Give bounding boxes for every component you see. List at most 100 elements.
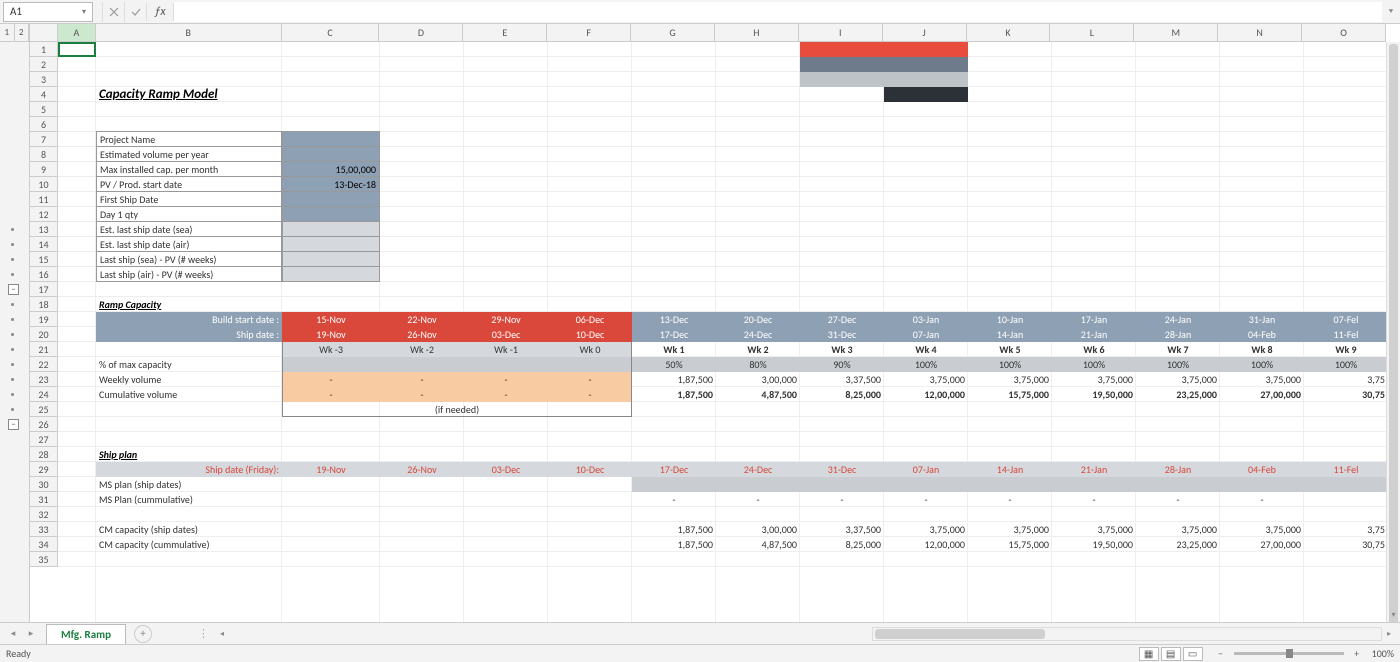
pct-max-capacity[interactable]: 100%: [1052, 357, 1136, 372]
cm-capacity[interactable]: 1,87,500: [632, 522, 716, 537]
cm-capacity[interactable]: 3,00,000: [716, 522, 800, 537]
pct-max-capacity[interactable]: 100%: [1304, 357, 1388, 372]
cm-capacity[interactable]: 3,75,000: [1220, 522, 1304, 537]
column-header-H[interactable]: H: [715, 24, 799, 41]
row-header-30[interactable]: 30: [30, 477, 57, 492]
column-header-J[interactable]: J: [883, 24, 967, 41]
ms-plan-cum[interactable]: -: [800, 492, 884, 507]
pct-max-capacity[interactable]: [548, 357, 632, 372]
weekly-volume[interactable]: 3,00,000: [716, 372, 800, 387]
ms-plan-cum[interactable]: -: [884, 492, 968, 507]
row-header-14[interactable]: 14: [30, 237, 57, 252]
row-header-11[interactable]: 11: [30, 192, 57, 207]
row-header-33[interactable]: 33: [30, 522, 57, 537]
project-value[interactable]: 13-Dec-18: [282, 176, 380, 192]
ms-plan-cum[interactable]: -: [1052, 492, 1136, 507]
row-header-3[interactable]: 3: [30, 72, 57, 87]
cumulative-volume[interactable]: 4,87,500: [716, 387, 800, 402]
tab-nav-prev[interactable]: ◂: [4, 628, 22, 639]
ms-plan-cum[interactable]: -: [968, 492, 1052, 507]
cumulative-volume[interactable]: 30,75: [1304, 387, 1388, 402]
row-header-16[interactable]: 16: [30, 267, 57, 282]
cm-capacity[interactable]: 3,75,000: [884, 522, 968, 537]
column-header-A[interactable]: A: [58, 24, 96, 41]
cm-capacity[interactable]: 3,75,000: [1052, 522, 1136, 537]
cm-capacity-cum[interactable]: 23,25,000: [1136, 537, 1220, 552]
confirm-button[interactable]: [124, 2, 146, 22]
pct-max-capacity[interactable]: 100%: [968, 357, 1052, 372]
zoom-out-button[interactable]: −: [1214, 647, 1228, 660]
column-header-I[interactable]: I: [799, 24, 883, 41]
color-bar[interactable]: [800, 57, 968, 72]
sheet-tab-active[interactable]: Mfg. Ramp: [46, 624, 126, 644]
row-header-26[interactable]: 26: [30, 417, 57, 432]
color-bar[interactable]: [800, 72, 968, 87]
zoom-slider[interactable]: [1234, 652, 1344, 655]
row-header-25[interactable]: 25: [30, 402, 57, 417]
add-sheet-button[interactable]: +: [134, 625, 152, 643]
weekly-volume[interactable]: 3,75,000: [1136, 372, 1220, 387]
row-header-13[interactable]: 13: [30, 222, 57, 237]
column-header-L[interactable]: L: [1050, 24, 1134, 41]
cm-capacity[interactable]: 3,37,500: [800, 522, 884, 537]
cumulative-volume[interactable]: -: [464, 387, 548, 402]
project-value[interactable]: [282, 251, 380, 267]
row-header-12[interactable]: 12: [30, 207, 57, 222]
pct-max-capacity[interactable]: 50%: [632, 357, 716, 372]
outline-level-2[interactable]: 2: [15, 24, 30, 41]
cm-capacity-cum[interactable]: 15,75,000: [968, 537, 1052, 552]
weekly-volume[interactable]: -: [380, 372, 464, 387]
row-header-28[interactable]: 28: [30, 447, 57, 462]
row-header-34[interactable]: 34: [30, 537, 57, 552]
outline-level-1[interactable]: 1: [0, 24, 15, 41]
ms-plan-cum[interactable]: -: [632, 492, 716, 507]
weekly-volume[interactable]: 3,75,000: [1052, 372, 1136, 387]
cumulative-volume[interactable]: -: [548, 387, 632, 402]
outline-collapse-button[interactable]: −: [8, 419, 19, 430]
cm-capacity[interactable]: 3,75,000: [968, 522, 1052, 537]
hscroll-right-icon[interactable]: ▸: [1382, 629, 1396, 639]
hscroll-thumb[interactable]: [875, 629, 1045, 639]
weekly-volume[interactable]: 3,75,000: [884, 372, 968, 387]
selected-cell[interactable]: [58, 42, 96, 57]
split-handle[interactable]: ⋮: [192, 627, 215, 640]
pct-max-capacity[interactable]: [282, 357, 380, 372]
ms-plan-cum[interactable]: -: [1136, 492, 1220, 507]
cm-capacity-cum[interactable]: 30,75: [1304, 537, 1388, 552]
weekly-volume[interactable]: 3,75,000: [1220, 372, 1304, 387]
row-header-27[interactable]: 27: [30, 432, 57, 447]
column-header-O[interactable]: O: [1302, 24, 1386, 41]
color-bar[interactable]: [800, 42, 968, 57]
weekly-volume[interactable]: 3,75: [1304, 372, 1388, 387]
pct-max-capacity[interactable]: 100%: [1136, 357, 1220, 372]
project-value[interactable]: [282, 266, 380, 282]
row-header-10[interactable]: 10: [30, 177, 57, 192]
cm-capacity[interactable]: 3,75: [1304, 522, 1388, 537]
project-value[interactable]: [282, 236, 380, 252]
row-header-15[interactable]: 15: [30, 252, 57, 267]
vscroll-thumb[interactable]: [1389, 44, 1398, 622]
color-bar[interactable]: [884, 87, 968, 102]
weekly-volume[interactable]: 1,87,500: [632, 372, 716, 387]
expand-formula-icon[interactable]: ⯆: [1382, 7, 1400, 17]
cm-capacity-cum[interactable]: 27,00,000: [1220, 537, 1304, 552]
row-header-23[interactable]: 23: [30, 372, 57, 387]
cumulative-volume[interactable]: -: [282, 387, 380, 402]
weekly-volume[interactable]: -: [282, 372, 380, 387]
column-header-F[interactable]: F: [547, 24, 631, 41]
project-value[interactable]: [282, 131, 380, 147]
pct-max-capacity[interactable]: 90%: [800, 357, 884, 372]
pct-max-capacity[interactable]: [380, 357, 464, 372]
view-normal-button[interactable]: ▦: [1139, 647, 1159, 661]
cm-capacity-cum[interactable]: 8,25,000: [800, 537, 884, 552]
cumulative-volume[interactable]: 8,25,000: [800, 387, 884, 402]
vertical-scrollbar[interactable]: ▴ ▾: [1386, 42, 1400, 622]
cumulative-volume[interactable]: 27,00,000: [1220, 387, 1304, 402]
row-header-8[interactable]: 8: [30, 147, 57, 162]
cancel-button[interactable]: [102, 2, 124, 22]
cumulative-volume[interactable]: 23,25,000: [1136, 387, 1220, 402]
row-header-32[interactable]: 32: [30, 507, 57, 522]
pct-max-capacity[interactable]: 100%: [884, 357, 968, 372]
column-header-M[interactable]: M: [1134, 24, 1218, 41]
outline-collapse-button[interactable]: −: [8, 284, 19, 295]
